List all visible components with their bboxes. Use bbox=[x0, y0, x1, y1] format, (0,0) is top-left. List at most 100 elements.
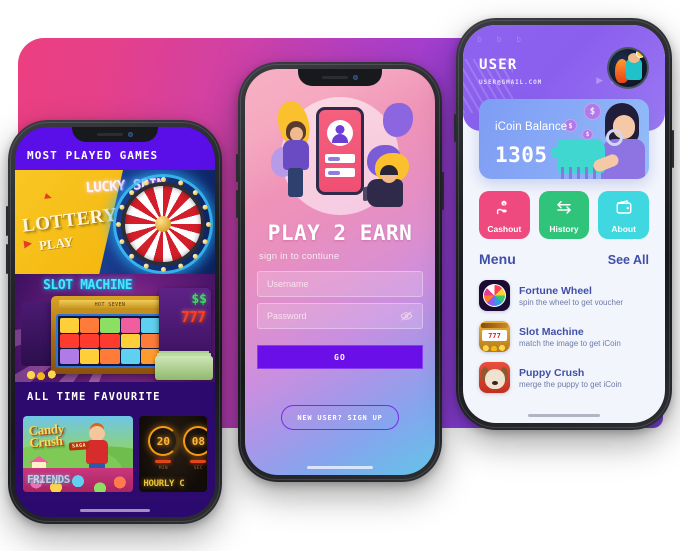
left-phone-screen: MOST PLAYED GAMES LOTTERY PLAY LUCKY SPI… bbox=[15, 127, 215, 517]
volume-up-button[interactable] bbox=[6, 206, 8, 236]
timer-label-seconds: SEC bbox=[193, 466, 204, 471]
user-email: USER@GMAIL.COM bbox=[479, 79, 543, 86]
timer-value-seconds: 08 bbox=[191, 434, 205, 448]
username-placeholder: Username bbox=[267, 279, 309, 289]
game-desc: match the image to get iCoin bbox=[519, 338, 621, 348]
dashboard-background: b b b ▶ ▶ ▶ USER USER@GMAIL.COM bbox=[463, 25, 665, 423]
wheel-hub bbox=[155, 216, 171, 232]
candy-friends-word: FRIENDS bbox=[27, 473, 70, 486]
list-item[interactable]: Puppy Crush merge the puppy to get iCoin bbox=[477, 357, 651, 398]
home-indicator[interactable] bbox=[307, 466, 373, 469]
coin-icon-1: $ bbox=[584, 103, 601, 120]
middle-phone-screen: PLAY 2 EARN sign in to contiune Username… bbox=[245, 69, 435, 475]
slot-cabinet: HOT SEVEN bbox=[51, 296, 169, 374]
about-button[interactable]: About bbox=[598, 191, 650, 239]
person-hair bbox=[380, 165, 398, 175]
list-item[interactable]: 777 Slot Machine match the image to get … bbox=[477, 316, 651, 357]
all-time-favourite-title: ALL TIME FAVOURITE bbox=[15, 382, 215, 410]
person-face bbox=[290, 127, 303, 141]
volume-down-button[interactable] bbox=[6, 244, 8, 274]
home-indicator[interactable] bbox=[528, 414, 600, 417]
history-button[interactable]: History bbox=[538, 191, 590, 239]
timer-bar-1 bbox=[155, 460, 172, 463]
about-label: About bbox=[611, 224, 636, 234]
illustration-phone bbox=[316, 107, 364, 195]
illustration-person-right bbox=[363, 165, 411, 211]
volume-down-button[interactable] bbox=[236, 190, 238, 218]
power-button[interactable] bbox=[442, 172, 444, 210]
username-field[interactable]: Username bbox=[257, 271, 423, 297]
notch bbox=[298, 69, 382, 86]
game-name: Fortune Wheel bbox=[519, 284, 592, 297]
avatar-badge bbox=[636, 49, 645, 58]
quick-actions-row: $ Cashout History About bbox=[479, 191, 650, 239]
game-text: Puppy Crush merge the puppy to get iCoin bbox=[519, 367, 622, 389]
game-list: Fortune Wheel spin the wheel to get vouc… bbox=[477, 275, 651, 398]
illustration-person-left bbox=[281, 121, 311, 197]
most-played-title: MOST PLAYED GAMES bbox=[27, 149, 159, 162]
sign-up-button[interactable]: NEW USER? SIGN UP bbox=[281, 405, 399, 430]
hand-coin-icon: $ bbox=[497, 200, 507, 215]
lottery-game-card[interactable]: LOTTERY PLAY LUCKY SPIN bbox=[15, 170, 215, 274]
wallet-icon bbox=[616, 200, 632, 214]
hourly-caption: HOURLY C bbox=[143, 479, 185, 489]
triple-seven: 777 bbox=[180, 308, 206, 326]
puppy-face bbox=[484, 369, 505, 389]
home-indicator[interactable] bbox=[80, 509, 150, 512]
right-phone-screen: b b b ▶ ▶ ▶ USER USER@GMAIL.COM bbox=[463, 25, 665, 423]
volume-up-button[interactable] bbox=[236, 154, 238, 182]
illustration-avatar-icon bbox=[327, 120, 353, 146]
slot-icon-reel: 777 bbox=[482, 330, 507, 341]
slot-icon-coins bbox=[481, 344, 508, 351]
toggle-password-visibility-icon[interactable] bbox=[400, 310, 413, 323]
app-showcase-stage: MOST PLAYED GAMES LOTTERY PLAY LUCKY SPI… bbox=[0, 0, 680, 551]
slot-machine-icon: 777 bbox=[479, 321, 510, 352]
character-head bbox=[89, 426, 106, 441]
hourly-timer-card[interactable]: 20 08 MIN SEC HOURLY C bbox=[139, 416, 207, 492]
candy-saga-badge: SAGA bbox=[68, 441, 90, 451]
person-legs bbox=[288, 168, 303, 197]
earpiece-speaker bbox=[322, 75, 348, 80]
character-body bbox=[86, 440, 109, 464]
slot-machine-game-card[interactable]: HOT SEVEN $$ 777 SLOT MACHINE bbox=[15, 274, 215, 382]
front-camera bbox=[128, 132, 133, 137]
see-all-link[interactable]: See All bbox=[608, 253, 649, 267]
timer-value-minutes: 20 bbox=[156, 434, 170, 448]
illustration-field-1 bbox=[325, 154, 355, 163]
earpiece-speaker bbox=[97, 133, 123, 136]
machine-bars bbox=[561, 167, 597, 179]
slot-reels bbox=[56, 314, 164, 368]
gold-coins-graphic bbox=[23, 369, 63, 381]
list-item[interactable]: Fortune Wheel spin the wheel to get vouc… bbox=[477, 275, 651, 316]
game-name: Puppy Crush bbox=[519, 366, 585, 379]
balance-illustration: $ $ $ bbox=[551, 99, 649, 179]
puppy-nose bbox=[491, 381, 498, 385]
balance-label: iCoin Balance bbox=[495, 121, 568, 133]
password-field[interactable]: Password bbox=[257, 303, 423, 329]
transfer-arrows-icon bbox=[557, 201, 571, 214]
front-camera bbox=[353, 75, 358, 80]
person-body bbox=[367, 179, 403, 207]
menu-title: Menu bbox=[479, 251, 516, 267]
puppy-icon bbox=[479, 362, 510, 393]
timer-ring-seconds: 08 bbox=[183, 426, 207, 456]
cashout-label: Cashout bbox=[487, 224, 522, 234]
phone-left-games: MOST PLAYED GAMES LOTTERY PLAY LUCKY SPI… bbox=[6, 120, 222, 524]
candy-crush-card[interactable]: Candy Crush SAGA FRIENDS bbox=[23, 416, 134, 492]
cashout-button[interactable]: $ Cashout bbox=[479, 191, 530, 239]
power-button[interactable] bbox=[672, 130, 674, 168]
go-button[interactable]: GO bbox=[257, 345, 423, 369]
fortune-wheel-icon bbox=[479, 280, 510, 311]
favourites-row: Candy Crush SAGA FRIENDS 20 08 MIN SEC H… bbox=[15, 410, 215, 502]
game-text: Slot Machine match the image to get iCoi… bbox=[519, 326, 621, 348]
login-subtitle: sign in to contiune bbox=[259, 251, 340, 262]
menu-header-row: Menu See All bbox=[479, 251, 649, 267]
spin-wheel-graphic bbox=[113, 174, 213, 274]
avatar[interactable] bbox=[607, 47, 649, 89]
icoin-balance-card[interactable]: $ $ $ iCoin Balance 1305 bbox=[479, 99, 649, 179]
balance-value: 1305 bbox=[495, 143, 548, 167]
volume-up-button[interactable] bbox=[454, 114, 456, 142]
magnifier-icon bbox=[606, 129, 623, 146]
play-arrow-icon bbox=[23, 239, 33, 249]
game-desc: merge the puppy to get iCoin bbox=[519, 379, 622, 389]
